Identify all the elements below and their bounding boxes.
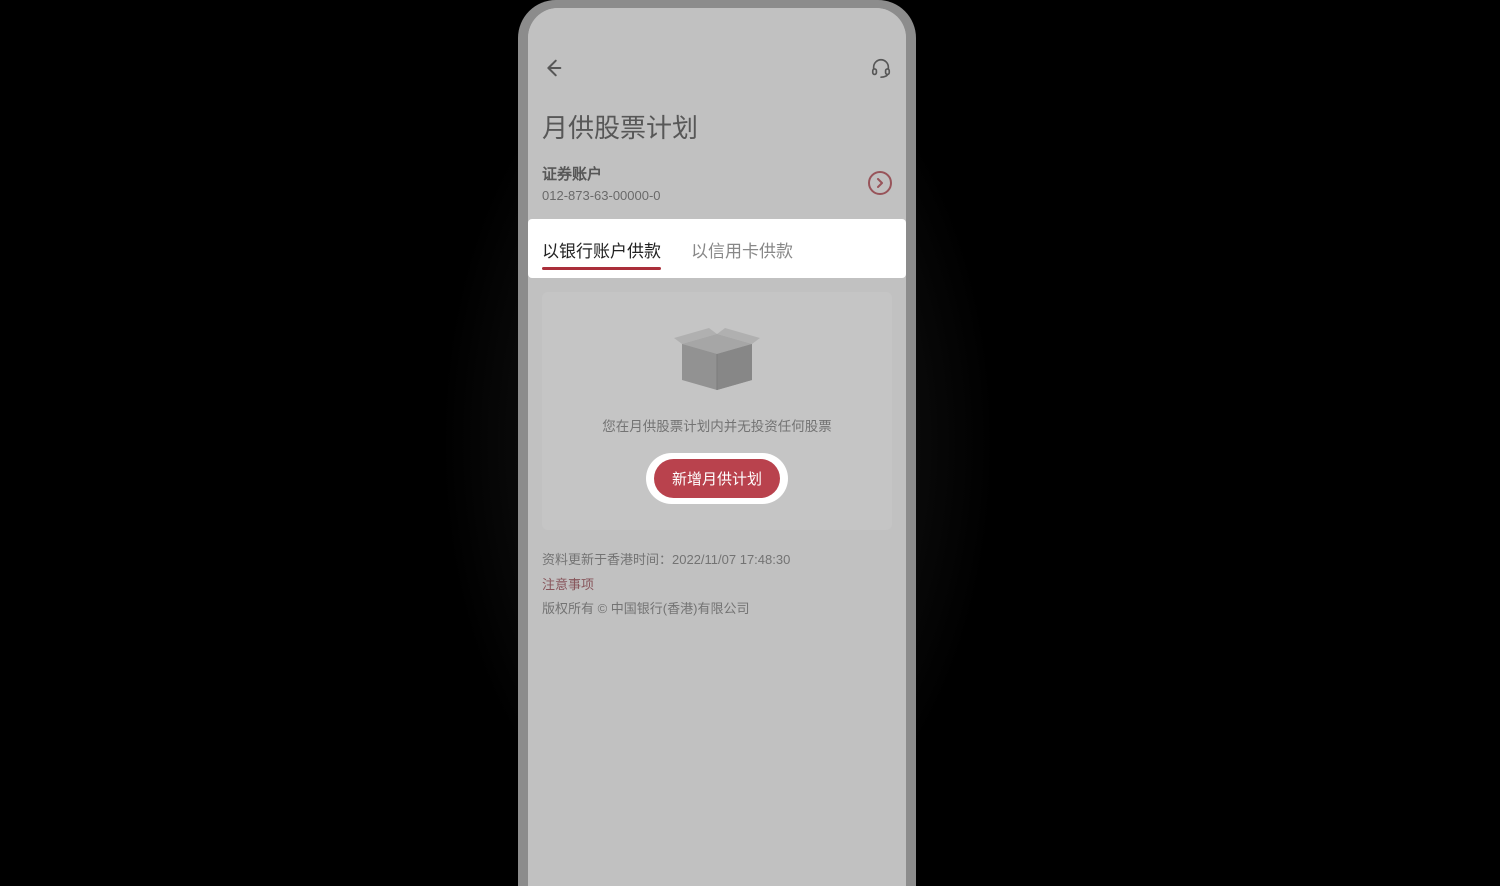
empty-box-icon bbox=[552, 322, 882, 397]
updated-timestamp: 资料更新于香港时间：2022/11/07 17:48:30 bbox=[542, 548, 892, 573]
phone-screen: 月供股票计划 证券账户 012-873-63-00000-0 以银行账户供款 以… bbox=[528, 8, 906, 886]
footer: 资料更新于香港时间：2022/11/07 17:48:30 注意事项 版权所有 … bbox=[528, 530, 906, 640]
page-title: 月供股票计划 bbox=[528, 92, 906, 163]
tabs: 以银行账户供款 以信用卡供款 bbox=[528, 219, 906, 278]
nav-bar bbox=[528, 48, 906, 92]
tab-credit-card[interactable]: 以信用卡供款 bbox=[691, 219, 793, 278]
chevron-right-circle-icon[interactable] bbox=[868, 171, 892, 195]
tab-bank-account[interactable]: 以银行账户供款 bbox=[542, 219, 661, 278]
account-row[interactable]: 证券账户 012-873-63-00000-0 bbox=[528, 163, 906, 217]
account-label: 证券账户 bbox=[542, 163, 661, 184]
empty-state-message: 您在月供股票计划内并无投资任何股票 bbox=[552, 415, 882, 435]
empty-state-card: 您在月供股票计划内并无投资任何股票 新增月供计划 bbox=[542, 292, 892, 530]
copyright-text: 版权所有 © 中国银行(香港)有限公司 bbox=[542, 597, 892, 622]
account-number: 012-873-63-00000-0 bbox=[542, 188, 661, 203]
back-icon[interactable] bbox=[542, 57, 564, 84]
notice-link[interactable]: 注意事项 bbox=[542, 573, 892, 598]
status-bar bbox=[528, 8, 906, 48]
add-plan-button[interactable]: 新增月供计划 bbox=[654, 459, 780, 498]
headset-icon[interactable] bbox=[870, 57, 892, 84]
